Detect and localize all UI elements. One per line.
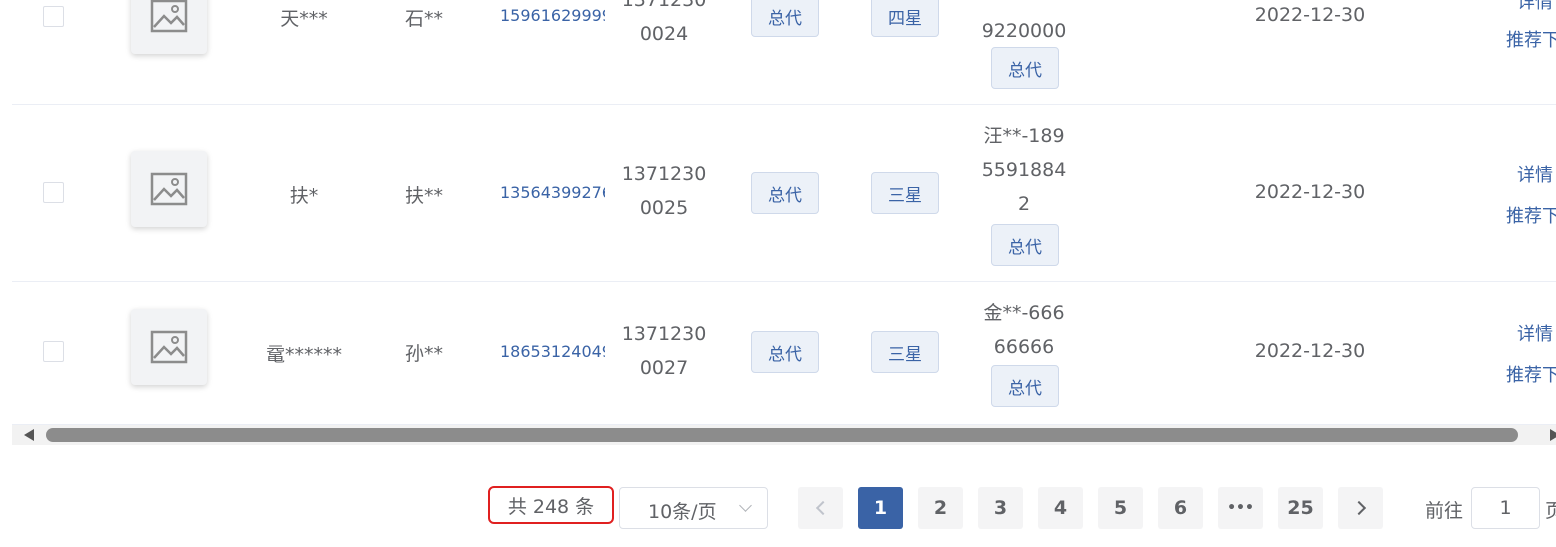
scroll-left-icon[interactable] [24, 429, 34, 441]
scroll-right-icon[interactable] [1550, 429, 1556, 441]
referrer-level-tag: 总代 [991, 47, 1059, 89]
table-row: 扶* 扶** 13564399276 1371230 0025 总代 三星 汪*… [12, 105, 1556, 282]
nickname-cell: 鼋****** [265, 344, 342, 366]
table-row: 天*** 石** 15961629999 1371230 0024 总代 四星 … [12, 0, 1556, 105]
star-tag: 三星 [871, 172, 939, 214]
detail-link[interactable]: 详情 [1517, 161, 1553, 187]
star-tag: 四星 [871, 0, 939, 37]
referrer-cell: 汪**-189 5591884 2 [964, 119, 1084, 221]
data-table: 天*** 石** 15961629999 1371230 0024 总代 四星 … [0, 0, 1556, 425]
recommend-link[interactable]: 推荐下 [1506, 26, 1556, 52]
prev-page-button[interactable] [798, 487, 843, 529]
row-checkbox[interactable] [43, 182, 64, 203]
referrer-line: 2 [1017, 193, 1031, 215]
realname-cell: 石** [404, 8, 443, 30]
date-cell: 2022-12-30 [1254, 340, 1366, 362]
code-cell: 1371230 0025 [609, 157, 719, 225]
referrer-line: 9220000 [981, 20, 1067, 42]
code-line: 1371230 [621, 323, 707, 345]
page-button[interactable]: 6 [1158, 487, 1203, 529]
horizontal-scrollbar[interactable] [12, 425, 1556, 445]
row-checkbox[interactable] [43, 341, 64, 362]
page-size-value: 10条/页 [648, 501, 717, 523]
code-line: 0024 [639, 23, 689, 45]
next-page-button[interactable] [1338, 487, 1383, 529]
page-button[interactable]: 1 [858, 487, 903, 529]
goto-suffix: 页 [1545, 500, 1556, 522]
more-pages-button[interactable]: ••• [1218, 487, 1263, 529]
avatar-thumbnail [131, 309, 207, 385]
scrollbar-thumb[interactable] [46, 428, 1518, 442]
table-row: 鼋****** 孙** 18653124049 1371230 0027 总代 … [12, 282, 1556, 425]
referrer-line: 5591884 [981, 159, 1067, 181]
level-tag: 总代 [751, 331, 819, 373]
code-line: 0025 [639, 197, 689, 219]
row-checkbox[interactable] [43, 6, 64, 27]
goto-page-input[interactable]: 1 [1471, 487, 1540, 529]
referrer-line: 金**-666 [983, 302, 1065, 324]
code-cell: 1371230 0027 [609, 317, 719, 385]
realname-cell: 扶** [404, 185, 443, 207]
referrer-level-tag: 总代 [991, 224, 1059, 266]
realname-cell: 孙** [404, 343, 443, 365]
page-button[interactable]: 2 [918, 487, 963, 529]
code-line: 1371230 [621, 0, 707, 11]
referrer-line: 汪**-189 [983, 125, 1065, 147]
phone-link[interactable]: 18653124049 [500, 342, 605, 361]
detail-link[interactable]: 详情 [1517, 320, 1553, 346]
total-count: 共 248 条 [488, 486, 614, 524]
chevron-down-icon [739, 499, 752, 512]
nickname-cell: 扶* [289, 185, 319, 207]
date-cell: 2022-12-30 [1254, 181, 1366, 203]
recommend-link[interactable]: 推荐下 [1506, 202, 1556, 228]
avatar-thumbnail [131, 0, 207, 54]
page-size-select[interactable]: 10条/页 [619, 487, 768, 529]
referrer-level-tag: 总代 [991, 365, 1059, 407]
chevron-left-icon [815, 500, 830, 516]
star-tag: 三星 [871, 331, 939, 373]
code-line: 1371230 [621, 163, 707, 185]
chevron-right-icon [1351, 500, 1366, 516]
phone-link[interactable]: 15961629999 [500, 6, 605, 25]
level-tag: 总代 [751, 172, 819, 214]
code-cell: 1371230 0024 [609, 0, 719, 51]
date-cell: 2022-12-30 [1254, 4, 1366, 26]
recommend-link[interactable]: 推荐下 [1506, 361, 1556, 387]
detail-link[interactable]: 详情 [1517, 0, 1553, 14]
page-button[interactable]: 5 [1098, 487, 1143, 529]
code-line: 0027 [639, 357, 689, 379]
image-placeholder-icon [150, 172, 188, 206]
referrer-line [964, 0, 1084, 14]
nickname-cell: 天*** [280, 8, 328, 30]
goto-label: 前往 [1425, 500, 1464, 522]
level-tag: 总代 [751, 0, 819, 37]
page-button[interactable]: 25 [1278, 487, 1323, 529]
page-button[interactable]: 3 [978, 487, 1023, 529]
referrer-cell: 金**-666 66666 [964, 296, 1084, 364]
phone-link[interactable]: 13564399276 [500, 183, 605, 202]
referrer-line: 66666 [993, 336, 1055, 358]
image-placeholder-icon [150, 330, 188, 364]
page-button[interactable]: 4 [1038, 487, 1083, 529]
avatar-thumbnail [131, 151, 207, 227]
image-placeholder-icon [150, 0, 188, 33]
